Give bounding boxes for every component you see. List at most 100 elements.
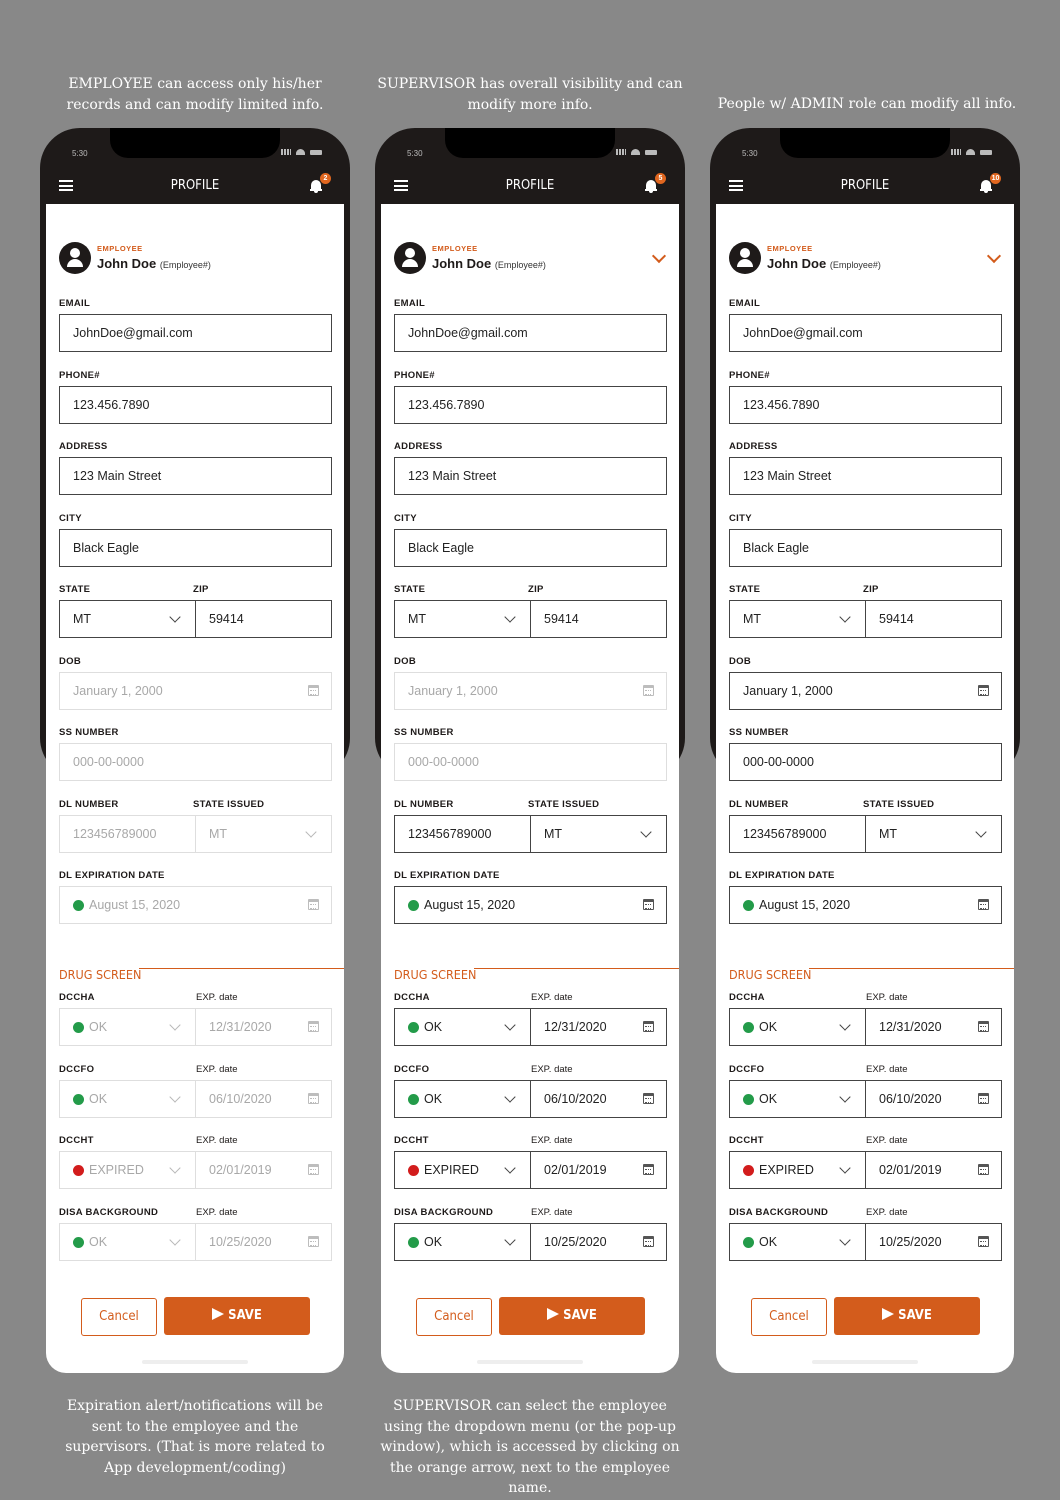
drug-exp-date-field[interactable]: 12/31/2020 <box>865 1008 1002 1046</box>
notification-badge: 5 <box>655 173 666 184</box>
bell-icon[interactable] <box>645 180 657 193</box>
save-button[interactable]: SAVE <box>164 1297 310 1335</box>
drug-status-select[interactable]: OK <box>729 1222 866 1261</box>
drug-status-select[interactable]: OK <box>394 1079 531 1118</box>
email-field[interactable]: JohnDoe@gmail.com <box>394 314 667 352</box>
calendar-icon[interactable] <box>978 899 989 910</box>
chevron-down-icon[interactable] <box>839 1090 851 1103</box>
city-field[interactable]: Black Eagle <box>59 528 332 567</box>
drug-exp-date-field[interactable]: 02/01/2019 <box>865 1151 1002 1189</box>
address-field[interactable]: 123 Main Street <box>729 457 1002 495</box>
state-issued-select[interactable]: MT <box>865 815 1002 853</box>
state-issued-label: STATE ISSUED <box>528 799 600 810</box>
calendar-icon[interactable] <box>978 1235 989 1247</box>
address-field[interactable]: 123 Main Street <box>59 457 332 495</box>
zip-field[interactable]: 59414 <box>195 600 332 638</box>
drug-test-name: DCCFO <box>59 1063 95 1075</box>
dl-number-field[interactable]: 123456789000 <box>729 815 866 853</box>
calendar-icon[interactable] <box>978 1092 989 1104</box>
chevron-down-icon[interactable] <box>839 1019 851 1031</box>
drug-test-name: DCCHA <box>729 992 765 1003</box>
drug-exp-date-field[interactable]: 10/25/2020 <box>865 1222 1002 1261</box>
city-field[interactable]: Black Eagle <box>729 528 1002 567</box>
chevron-down-icon[interactable] <box>169 1090 181 1103</box>
calendar-icon[interactable] <box>978 685 989 696</box>
chevron-down-icon[interactable] <box>839 1162 851 1174</box>
phone-field[interactable]: 123.456.7890 <box>394 385 667 424</box>
cancel-button[interactable]: Cancel <box>416 1298 492 1336</box>
address-field[interactable]: 123 Main Street <box>394 457 667 495</box>
state-issued-select[interactable]: MT <box>530 815 667 853</box>
phone-field[interactable]: 123.456.7890 <box>59 385 332 424</box>
dl-exp-label: DL EXPIRATION DATE <box>394 870 500 881</box>
calendar-icon[interactable] <box>308 1021 319 1032</box>
drug-status-select[interactable]: OK <box>729 1079 866 1118</box>
drug-exp-date-field[interactable]: 06/10/2020 <box>530 1079 667 1118</box>
drug-test-name: DCCFO <box>729 1063 765 1075</box>
calendar-icon[interactable] <box>643 899 654 910</box>
dl-exp-field[interactable]: August 15, 2020 <box>729 886 1002 924</box>
chevron-down-icon[interactable] <box>169 1233 181 1246</box>
calendar-icon[interactable] <box>308 899 319 910</box>
drug-status-select[interactable]: OK <box>394 1222 531 1261</box>
drug-status-select[interactable]: OK <box>729 1008 866 1046</box>
calendar-icon[interactable] <box>643 1092 654 1104</box>
bell-icon[interactable] <box>980 180 992 193</box>
ss-field[interactable]: 000-00-0000 <box>729 743 1002 781</box>
drug-status-select[interactable]: EXPIRED <box>394 1151 531 1189</box>
calendar-icon[interactable] <box>308 685 319 696</box>
chevron-down-icon[interactable] <box>504 1162 516 1174</box>
status-time: 5:30 <box>407 149 423 158</box>
chevron-down-icon[interactable] <box>305 826 317 838</box>
profile-card: EMPLOYEE John Doe (Employee#) EMAIL JohnDoe… <box>46 204 344 1373</box>
calendar-icon[interactable] <box>643 1164 654 1175</box>
employee-select-chevron-icon[interactable] <box>986 248 1002 264</box>
state-select[interactable]: MT <box>394 600 531 638</box>
zip-field[interactable]: 59414 <box>530 600 667 638</box>
save-button[interactable]: SAVE <box>834 1297 980 1335</box>
drug-status-select[interactable]: OK <box>394 1008 531 1046</box>
state-select[interactable]: MT <box>59 600 196 638</box>
calendar-icon[interactable] <box>308 1235 319 1247</box>
chevron-down-icon[interactable] <box>169 1162 181 1174</box>
chevron-down-icon[interactable] <box>839 611 851 623</box>
chevron-down-icon[interactable] <box>504 611 516 623</box>
dob-field[interactable]: January 1, 2000 <box>729 672 1002 710</box>
employee-select-chevron-icon[interactable] <box>651 248 667 264</box>
drug-exp-date-field[interactable]: 12/31/2020 <box>530 1008 667 1046</box>
phone-field[interactable]: 123.456.7890 <box>729 385 1002 424</box>
save-button[interactable]: SAVE <box>499 1297 645 1335</box>
chevron-down-icon[interactable] <box>504 1233 516 1246</box>
chevron-down-icon[interactable] <box>839 1233 851 1246</box>
state-select[interactable]: MT <box>729 600 866 638</box>
dl-number-field[interactable]: 123456789000 <box>394 815 531 853</box>
chevron-down-icon[interactable] <box>504 1019 516 1031</box>
calendar-icon[interactable] <box>643 1021 654 1032</box>
drug-status-select[interactable]: EXPIRED <box>729 1151 866 1189</box>
dl-exp-field[interactable]: August 15, 2020 <box>394 886 667 924</box>
calendar-icon[interactable] <box>308 1092 319 1104</box>
calendar-icon[interactable] <box>643 1235 654 1247</box>
zip-field[interactable]: 59414 <box>865 600 1002 638</box>
chevron-down-icon[interactable] <box>169 611 181 623</box>
chevron-down-icon[interactable] <box>975 826 987 838</box>
app-title: PROFILE <box>505 178 555 193</box>
calendar-icon[interactable] <box>308 1164 319 1175</box>
calendar-icon[interactable] <box>643 685 654 696</box>
status-dot-icon <box>408 1022 419 1033</box>
drug-exp-date-field[interactable]: 06/10/2020 <box>865 1079 1002 1118</box>
chevron-down-icon[interactable] <box>169 1019 181 1031</box>
drug-exp-date-field[interactable]: 10/25/2020 <box>530 1222 667 1261</box>
email-field[interactable]: JohnDoe@gmail.com <box>729 314 1002 352</box>
chevron-down-icon[interactable] <box>640 826 652 838</box>
cancel-button[interactable]: Cancel <box>81 1298 157 1336</box>
email-field[interactable]: JohnDoe@gmail.com <box>59 314 332 352</box>
cancel-button[interactable]: Cancel <box>751 1298 827 1336</box>
calendar-icon[interactable] <box>978 1021 989 1032</box>
city-field[interactable]: Black Eagle <box>394 528 667 567</box>
status-dot-icon <box>73 1022 84 1033</box>
bell-icon[interactable] <box>310 180 322 193</box>
calendar-icon[interactable] <box>978 1164 989 1175</box>
drug-exp-date-field[interactable]: 02/01/2019 <box>530 1151 667 1189</box>
chevron-down-icon[interactable] <box>504 1090 516 1103</box>
